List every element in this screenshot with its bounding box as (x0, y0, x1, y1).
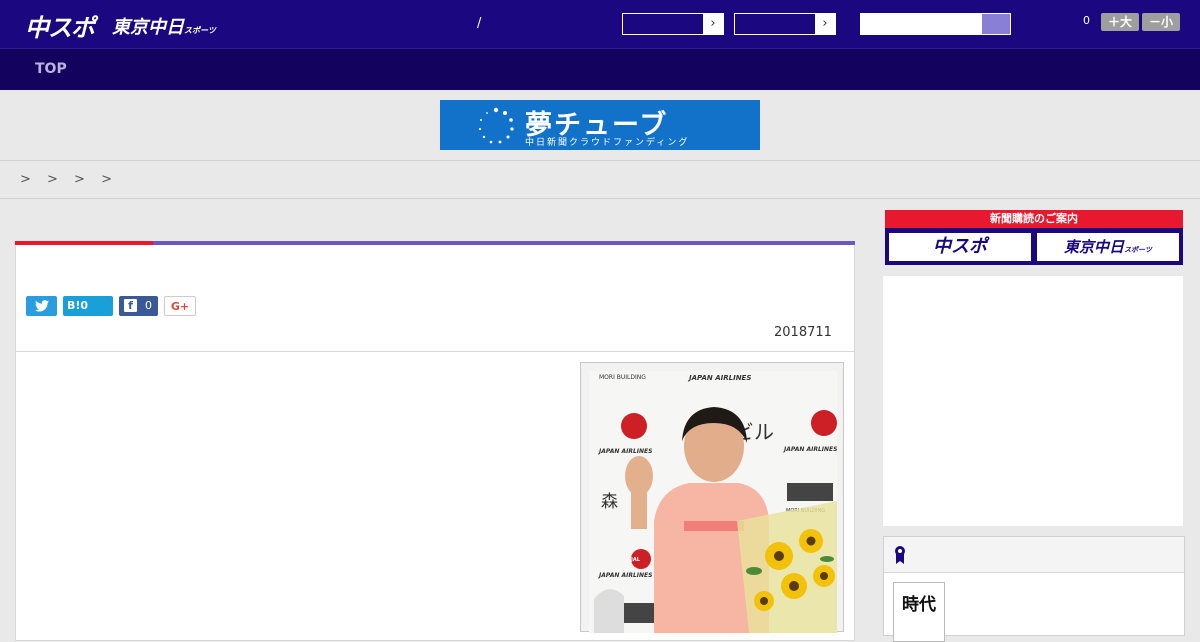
facebook-icon: f (124, 299, 137, 312)
jal-sign-right: JAPAN AIRLINES (783, 446, 837, 453)
banner-area: 夢チューブ 中日新聞クラウドファンディング (0, 90, 1200, 161)
chuspo-logo[interactable]: 中スポ (25, 8, 95, 43)
dots-logo-icon (478, 107, 514, 144)
facebook-count: 0 (145, 299, 152, 312)
ranking-header (884, 537, 1184, 573)
article-date: 2018711 (774, 325, 832, 340)
sidebar-ad-slot[interactable] (883, 276, 1183, 526)
site-header: 中スポ 東京中日スポーツ / › › 0 ＋大 －小 (0, 0, 1200, 48)
font-size-indicator: 0 (1083, 14, 1090, 27)
breadcrumb-divider (0, 198, 1200, 199)
subcategory-select[interactable]: › (734, 13, 836, 35)
jal-sign-bottom: JAPAN AIRLINES (598, 572, 652, 579)
banner-subtitle: 中日新聞クラウドファンディング (525, 138, 690, 148)
tokyo-chunichi-logo-sub: スポーツ (184, 26, 216, 35)
article-accent-red (15, 241, 153, 245)
subscribe-tokyo-sub: スポーツ (1124, 246, 1152, 254)
subscription-header: 新聞購読のご案内 (885, 210, 1183, 228)
gplus-share-button[interactable]: G+ (164, 296, 196, 316)
hatena-bookmark-button[interactable]: B!0 (63, 296, 113, 316)
mori-kanji-sign: 森 (601, 492, 618, 512)
ranking-box: 時代 (883, 536, 1185, 642)
font-smaller-button[interactable]: －小 (1142, 13, 1180, 31)
mori-sign-top: MORI BUILDING (599, 374, 646, 381)
article-header-divider (16, 351, 854, 352)
hatena-count: 0 (80, 299, 89, 312)
header-separator: / (477, 16, 482, 31)
hatena-label: B! (67, 299, 81, 312)
twitter-share-button[interactable] (26, 296, 57, 316)
tokyo-chunichi-logo-text: 東京中日 (112, 17, 184, 38)
twitter-bird-icon (34, 300, 49, 312)
chevron-right-icon[interactable]: › (703, 14, 723, 34)
article-photo[interactable]: MORI BUILDING JAPAN AIRLINES JAPAN AIRLI… (580, 362, 844, 633)
tokyo-chunichi-logo[interactable]: 東京中日スポーツ (112, 13, 216, 39)
subscribe-tokyo-text: 東京中日 (1064, 238, 1125, 256)
search-button[interactable] (982, 14, 1010, 34)
article-accent-purple (153, 241, 855, 245)
jal-logo-text: JAL (630, 557, 641, 563)
photo-illustration: MORI BUILDING JAPAN AIRLINES JAPAN AIRLI… (589, 371, 837, 633)
subscribe-chuspo-button[interactable]: 中スポ (888, 232, 1032, 262)
facebook-share-button[interactable]: f 0 (119, 296, 158, 316)
font-bigger-button[interactable]: ＋大 (1101, 13, 1139, 31)
jal-sign-top: JAPAN AIRLINES (687, 374, 751, 382)
search-input[interactable] (861, 14, 983, 34)
yume-tube-banner[interactable]: 夢チューブ 中日新聞クラウドファンディング (440, 100, 760, 150)
nav-item-top[interactable]: TOP (35, 61, 67, 77)
golfer-photo: MORI BUILDING JAPAN AIRLINES JAPAN AIRLI… (589, 371, 837, 633)
breadcrumb[interactable]: > > > > (20, 172, 118, 187)
subscription-banner: 新聞購読のご案内 中スポ 東京中日スポーツ (885, 210, 1183, 265)
ranking-thumbnail[interactable]: 時代 (893, 582, 945, 642)
category-select[interactable]: › (622, 13, 724, 35)
subscribe-tokyo-chunichi-button[interactable]: 東京中日スポーツ (1036, 232, 1180, 262)
jal-sign-left: JAPAN AIRLINES (598, 448, 652, 455)
ribbon-icon (895, 546, 905, 564)
search-box (860, 13, 1011, 35)
chevron-right-icon[interactable]: › (815, 14, 835, 34)
main-nav: TOP (0, 48, 1200, 90)
